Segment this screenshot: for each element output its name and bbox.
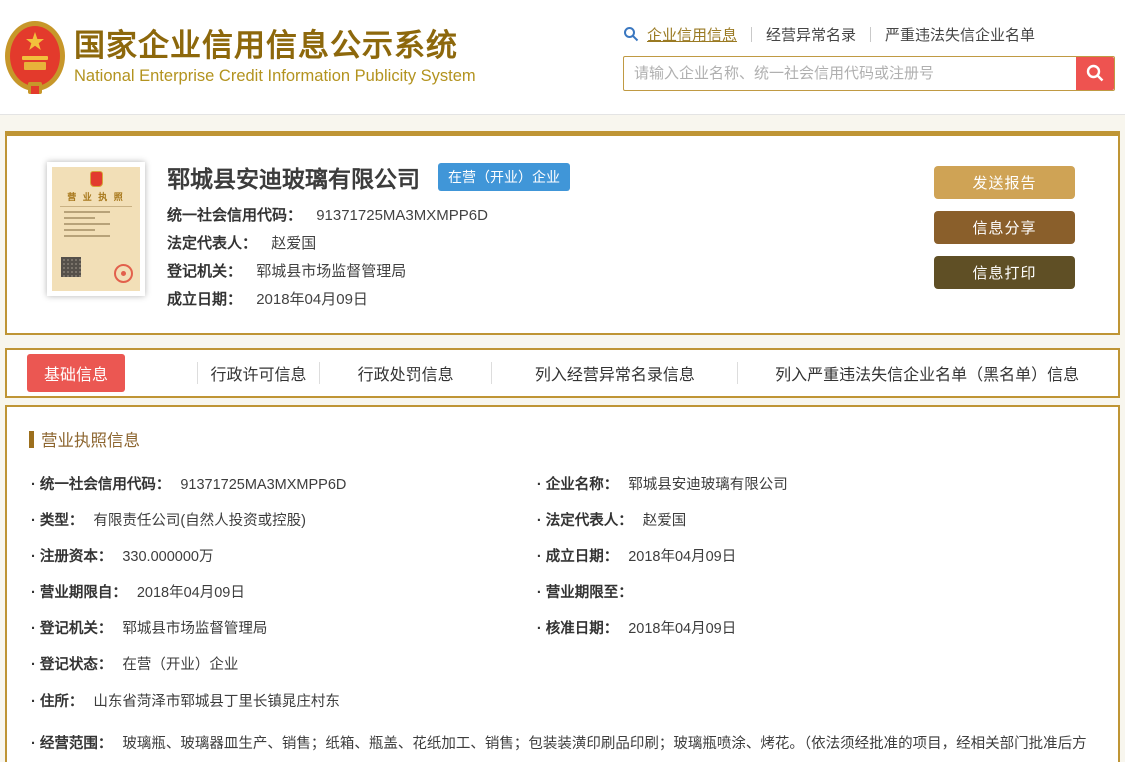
- license-qr-code: [61, 257, 81, 277]
- page-body: 营 业 执 照 郓城县安迪玻璃有限公司 在营（开业）企业 统一社会信用代码： 9…: [0, 115, 1125, 762]
- share-info-button[interactable]: 信息分享: [934, 211, 1075, 244]
- info-tabs-bar: 基础信息 行政许可信息 行政处罚信息 列入经营异常名录信息 列入严重违法失信企业…: [5, 348, 1120, 398]
- detail-row: 统一社会信用代码：91371725MA3MXMPP6D 企业名称：郓城县安迪玻璃…: [31, 465, 1096, 501]
- action-buttons: 发送报告 信息分享 信息打印: [934, 166, 1075, 289]
- detail-row: 注册资本：330.000000万 成立日期：2018年04月09日: [31, 537, 1096, 573]
- detail-row-address: 住所：山东省菏泽市郓城县丁里长镇晁庄村东: [31, 681, 1096, 723]
- nav-separator: [751, 26, 753, 42]
- license-emblem-icon: [89, 171, 103, 187]
- summary-field-establishment-date: 成立日期： 2018年04月09日: [167, 291, 368, 308]
- tab-basic-info[interactable]: 基础信息: [27, 354, 126, 392]
- section-title-bar: [29, 430, 34, 448]
- business-license-image[interactable]: 营 业 执 照: [47, 162, 145, 296]
- tab-administrative-penalty[interactable]: 行政处罚信息: [358, 361, 454, 385]
- company-summary-card: 营 业 执 照 郓城县安迪玻璃有限公司 在营（开业）企业 统一社会信用代码： 9…: [5, 131, 1120, 335]
- nav-link-abnormal-operations[interactable]: 经营异常名录: [766, 24, 856, 45]
- tab-serious-violations-blacklist[interactable]: 列入严重违法失信企业名单（黑名单）信息: [775, 361, 1079, 385]
- detail-row: 登记状态：在营（开业）企业: [31, 645, 1096, 681]
- detail-row: 营业期限自：2018年04月09日 营业期限至：: [31, 573, 1096, 609]
- header-search-area: 企业信用信息 经营异常名录 严重违法失信企业名单: [623, 24, 1117, 91]
- tab-abnormal-operations-list[interactable]: 列入经营异常名录信息: [535, 361, 695, 385]
- print-info-button[interactable]: 信息打印: [934, 256, 1075, 289]
- detail-row-business-scope: 经营范围：玻璃瓶、玻璃器皿生产、销售；纸箱、瓶盖、花纸加工、销售；包装装潢印刷品…: [31, 723, 1096, 762]
- detail-row: 类型：有限责任公司(自然人投资或控股) 法定代表人：赵爱国: [31, 501, 1096, 537]
- site-title-block: 国家企业信用信息公示系统 National Enterprise Credit …: [74, 28, 476, 86]
- nav-link-enterprise-credit[interactable]: 企业信用信息: [647, 24, 737, 45]
- header-nav: 企业信用信息 经营异常名录 严重违法失信企业名单: [623, 24, 1115, 45]
- search-icon: [624, 27, 639, 42]
- search-button[interactable]: [1076, 56, 1114, 90]
- company-name: 郓城县安迪玻璃有限公司: [167, 166, 420, 192]
- search-input[interactable]: [624, 56, 1076, 90]
- nav-link-serious-violations[interactable]: 严重违法失信企业名单: [885, 24, 1035, 45]
- site-subtitle: National Enterprise Credit Information P…: [74, 66, 476, 85]
- send-report-button[interactable]: 发送报告: [934, 166, 1075, 199]
- site-header: 国家企业信用信息公示系统 National Enterprise Credit …: [0, 0, 1125, 115]
- company-status-badge: 在营（开业）企业: [438, 163, 570, 191]
- tab-administrative-license[interactable]: 行政许可信息: [210, 361, 306, 385]
- site-title: 国家企业信用信息公示系统: [74, 28, 458, 64]
- license-detail-grid: 统一社会信用代码：91371725MA3MXMPP6D 企业名称：郓城县安迪玻璃…: [7, 455, 1118, 762]
- license-red-stamp-icon: [114, 264, 133, 283]
- license-caption: 营 业 执 照: [67, 192, 125, 202]
- search-button-icon: [1086, 64, 1104, 82]
- nav-separator: [870, 26, 872, 42]
- section-title: 营业执照信息: [29, 427, 1118, 451]
- detail-row: 登记机关：郓城县市场监督管理局 核准日期：2018年04月09日: [31, 609, 1096, 645]
- search-box: [623, 55, 1115, 91]
- national-emblem-logo: [5, 21, 65, 94]
- license-detail-card: 营业执照信息 统一社会信用代码：91371725MA3MXMPP6D 企业名称：…: [5, 405, 1120, 762]
